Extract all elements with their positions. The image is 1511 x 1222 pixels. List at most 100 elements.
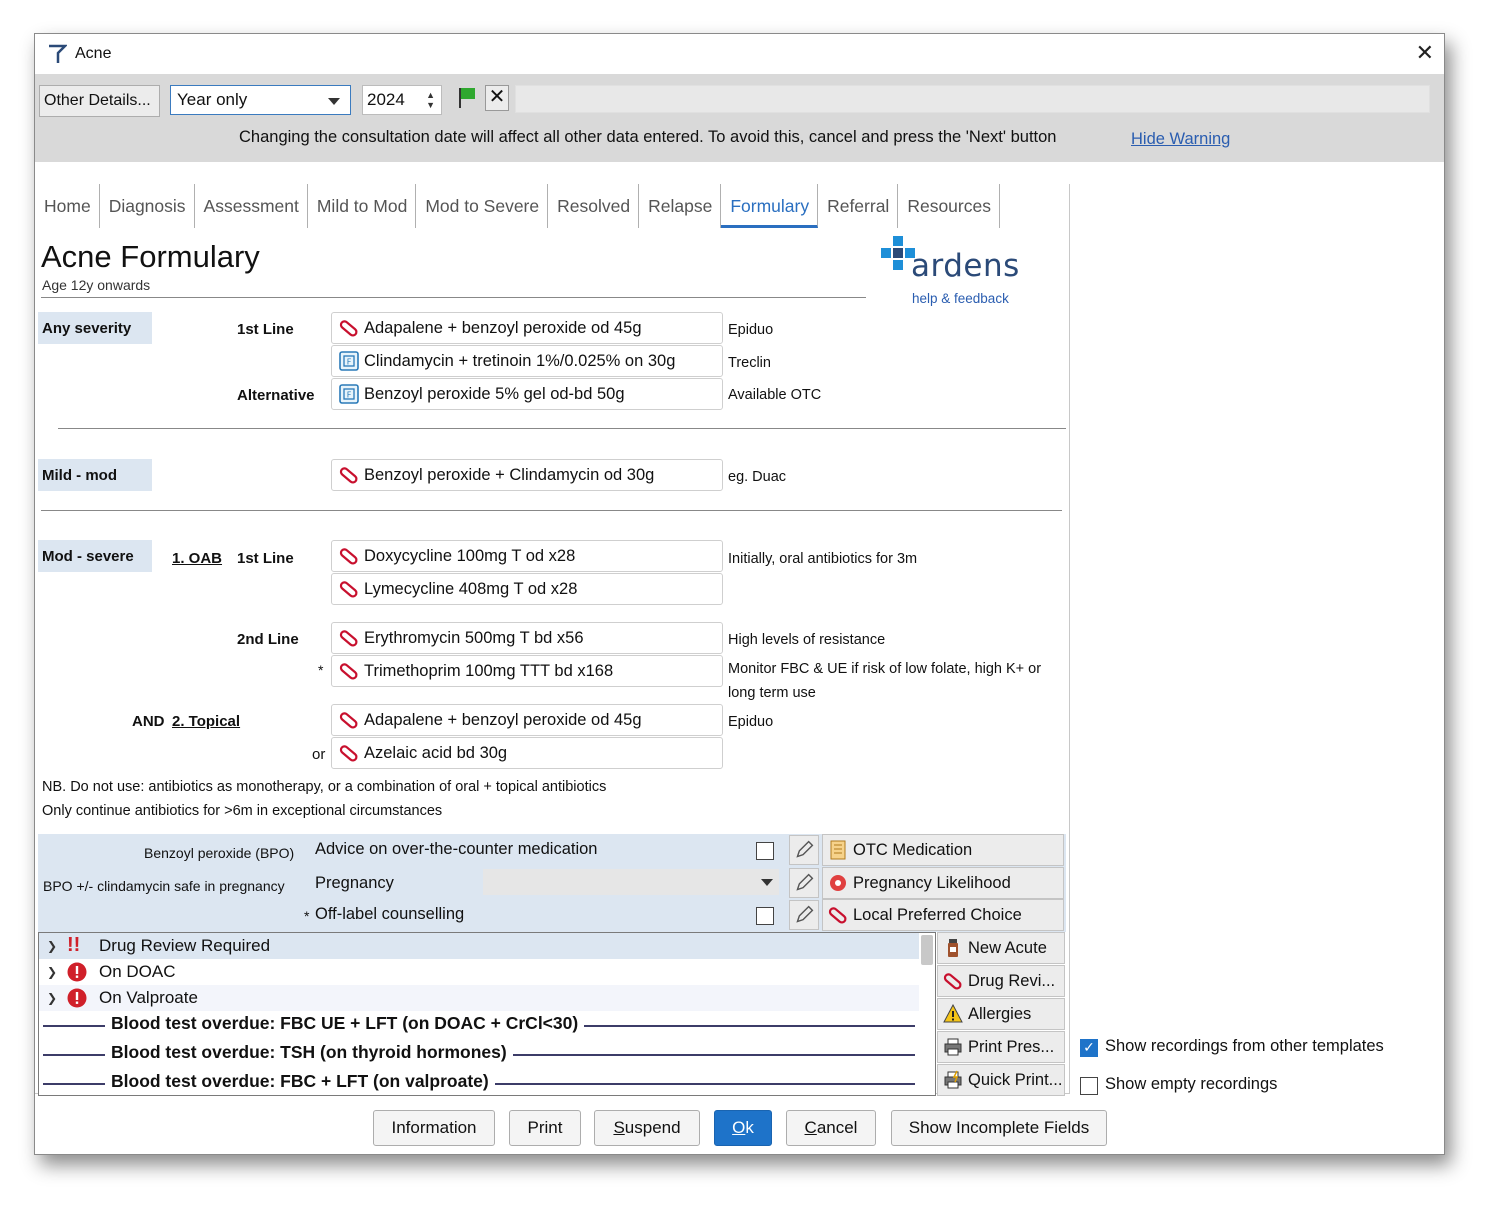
med-note: Treclin — [728, 355, 771, 371]
year-spinner[interactable]: 2024 ▲ ▼ — [362, 85, 442, 115]
topical-link[interactable]: 2. Topical — [172, 713, 240, 730]
hide-warning-link[interactable]: Hide Warning — [1131, 130, 1230, 149]
button-label: Pregnancy Likelihood — [853, 874, 1011, 892]
med-button-adapalene-topical[interactable]: Adapalene + benzoyl peroxide od 45g — [331, 704, 723, 736]
pill-icon — [339, 320, 358, 337]
scrollbar[interactable] — [921, 935, 933, 965]
date-warning-text: Changing the consultation date will affe… — [239, 128, 1057, 146]
ardens-logo[interactable]: ardens help & feedback — [879, 234, 1029, 309]
tree-row-label: On Valproate — [99, 988, 198, 1007]
new-acute-button[interactable]: New Acute — [937, 932, 1065, 964]
med-name: Doxycycline 100mg T od x28 — [364, 547, 576, 565]
tree-row-on-valproate[interactable]: ❯ On Valproate — [39, 985, 919, 1011]
off-label-text: Off-label counselling — [315, 905, 465, 923]
overdue-separator: Blood test overdue: FBC + LFT (on valpro… — [43, 1069, 915, 1095]
tree-row-label: Drug Review Required — [99, 936, 271, 955]
spinner-arrows-icon[interactable]: ▲ ▼ — [426, 90, 435, 110]
close-icon[interactable]: ✕ — [1416, 40, 1434, 66]
med-note: Available OTC — [728, 387, 822, 403]
band-label-pregnancy: BPO +/- clindamycin safe in pregnancy — [43, 878, 285, 894]
pencil-icon[interactable] — [789, 900, 819, 930]
warning-triangle-icon — [943, 1004, 963, 1023]
note-do-not-use: NB. Do not use: antibiotics as monothera… — [42, 779, 607, 795]
med-note-continued: long term use — [728, 685, 816, 701]
button-label: Local Preferred Choice — [853, 906, 1022, 924]
checkbox-checked-icon[interactable]: ✓ — [1080, 1039, 1098, 1057]
med-button-benzoyl-peroxide-gel[interactable]: F Benzoyl peroxide 5% gel od-bd 50g — [331, 378, 723, 410]
oab-link[interactable]: 1. OAB — [172, 550, 222, 567]
suspend-button[interactable]: Suspend — [594, 1110, 700, 1146]
star-marker: * — [318, 662, 324, 678]
print-button[interactable]: Print — [509, 1110, 581, 1146]
med-name: Lymecycline 408mg T od x28 — [364, 580, 578, 598]
quick-print-icon — [944, 1070, 962, 1089]
and-label: AND — [132, 713, 165, 730]
cancel-button[interactable]: Cancel — [786, 1110, 876, 1146]
otc-advice-checkbox[interactable] — [756, 842, 774, 860]
tree-row-drug-review[interactable]: ❯ !! Drug Review Required — [39, 933, 919, 959]
flag-icon[interactable] — [455, 85, 479, 111]
med-note: eg. Duac — [728, 469, 787, 485]
off-label-checkbox[interactable] — [756, 907, 774, 925]
med-button-doxycycline[interactable]: Doxycycline 100mg T od x28 — [331, 540, 723, 572]
note-continue-antibiotics: Only continue antibiotics for >6m in exc… — [42, 803, 443, 819]
local-preferred-choice-button[interactable]: Local Preferred Choice — [822, 899, 1064, 931]
medicine-bottle-icon — [948, 939, 958, 957]
chevron-down-icon[interactable]: ❯ — [47, 933, 57, 959]
pencil-icon[interactable] — [789, 868, 819, 898]
alerts-tree[interactable]: ❯ !! Drug Review Required ❯ On DOAC ❯ On… — [38, 932, 936, 1096]
pregnancy-dropdown[interactable] — [483, 869, 779, 895]
formulary-icon: F — [339, 351, 359, 371]
consultation-window: Acne ✕ Other Details... Year only 2024 ▲… — [34, 33, 1445, 1155]
other-details-button[interactable]: Other Details... — [39, 85, 160, 117]
information-button[interactable]: Information — [373, 1110, 495, 1146]
divider — [41, 297, 866, 298]
overdue-separator: Blood test overdue: TSH (on thyroid horm… — [43, 1040, 915, 1068]
overdue-label: Blood test overdue: TSH (on thyroid horm… — [105, 1042, 513, 1063]
date-bar-field — [515, 85, 1430, 113]
allergies-button[interactable]: Allergies — [937, 998, 1065, 1030]
otc-advice-text: Advice on over-the-counter medication — [315, 840, 598, 858]
divider — [58, 428, 1066, 429]
med-note: Monitor FBC & UE if risk of low folate, … — [728, 661, 1042, 677]
drug-review-button[interactable]: Drug Revi... — [937, 965, 1065, 997]
pill-icon — [339, 745, 358, 762]
med-button-adapalene[interactable]: Adapalene + benzoyl peroxide od 45g — [331, 312, 723, 344]
med-note: Epiduo — [728, 322, 774, 338]
button-label: Quick Print... — [968, 1071, 1063, 1089]
quick-print-button[interactable]: Quick Print... — [937, 1064, 1065, 1096]
clear-date-icon[interactable]: ✕ — [485, 85, 509, 111]
title-bar: Acne ✕ — [35, 34, 1444, 74]
print-prescription-button[interactable]: Print Pres... — [937, 1031, 1065, 1063]
date-bar: Other Details... Year only 2024 ▲ ▼ ✕ Cha… — [35, 74, 1444, 162]
pencil-icon[interactable] — [789, 835, 819, 865]
tree-row-on-doac[interactable]: ❯ On DOAC — [39, 959, 919, 985]
checkbox-unchecked-icon[interactable] — [1080, 1077, 1098, 1095]
ok-button[interactable]: Ok — [714, 1110, 772, 1146]
med-note: Initially, oral antibiotics for 3m — [728, 551, 918, 567]
med-button-clindamycin-tretinoin[interactable]: F Clindamycin + tretinoin 1%/0.025% on 3… — [331, 345, 723, 377]
pregnancy-likelihood-button[interactable]: Pregnancy Likelihood — [822, 867, 1064, 899]
pill-icon — [339, 581, 358, 598]
med-button-erythromycin[interactable]: Erythromycin 500mg T bd x56 — [331, 622, 723, 654]
otc-medication-button[interactable]: OTC Medication — [822, 834, 1064, 866]
or-label: or — [312, 746, 326, 763]
med-button-azelaic-acid[interactable]: Azelaic acid bd 30g — [331, 737, 723, 769]
button-label: New Acute — [968, 939, 1047, 957]
first-line-label: 1st Line — [237, 550, 294, 567]
second-line-label: 2nd Line — [237, 631, 299, 648]
chevron-down-icon[interactable]: ❯ — [47, 985, 57, 1011]
show-incomplete-fields-button[interactable]: Show Incomplete Fields — [891, 1110, 1107, 1146]
pill-icon — [943, 973, 962, 990]
year-mode-select[interactable]: Year only — [170, 85, 351, 115]
dropdown-arrow-icon — [761, 879, 773, 886]
med-button-trimethoprim[interactable]: Trimethoprim 100mg TTT bd x168 — [331, 655, 723, 687]
med-button-lymecycline[interactable]: Lymecycline 408mg T od x28 — [331, 573, 723, 605]
pill-icon — [339, 548, 358, 565]
chevron-down-icon[interactable]: ❯ — [47, 959, 57, 985]
pill-icon — [828, 907, 847, 924]
med-button-benzoyl-clindamycin[interactable]: Benzoyl peroxide + Clindamycin od 30g — [331, 459, 723, 491]
pregnancy-text: Pregnancy — [315, 874, 394, 892]
year-mode-value: Year only — [177, 90, 248, 109]
help-feedback-link[interactable]: help & feedback — [912, 291, 1009, 306]
